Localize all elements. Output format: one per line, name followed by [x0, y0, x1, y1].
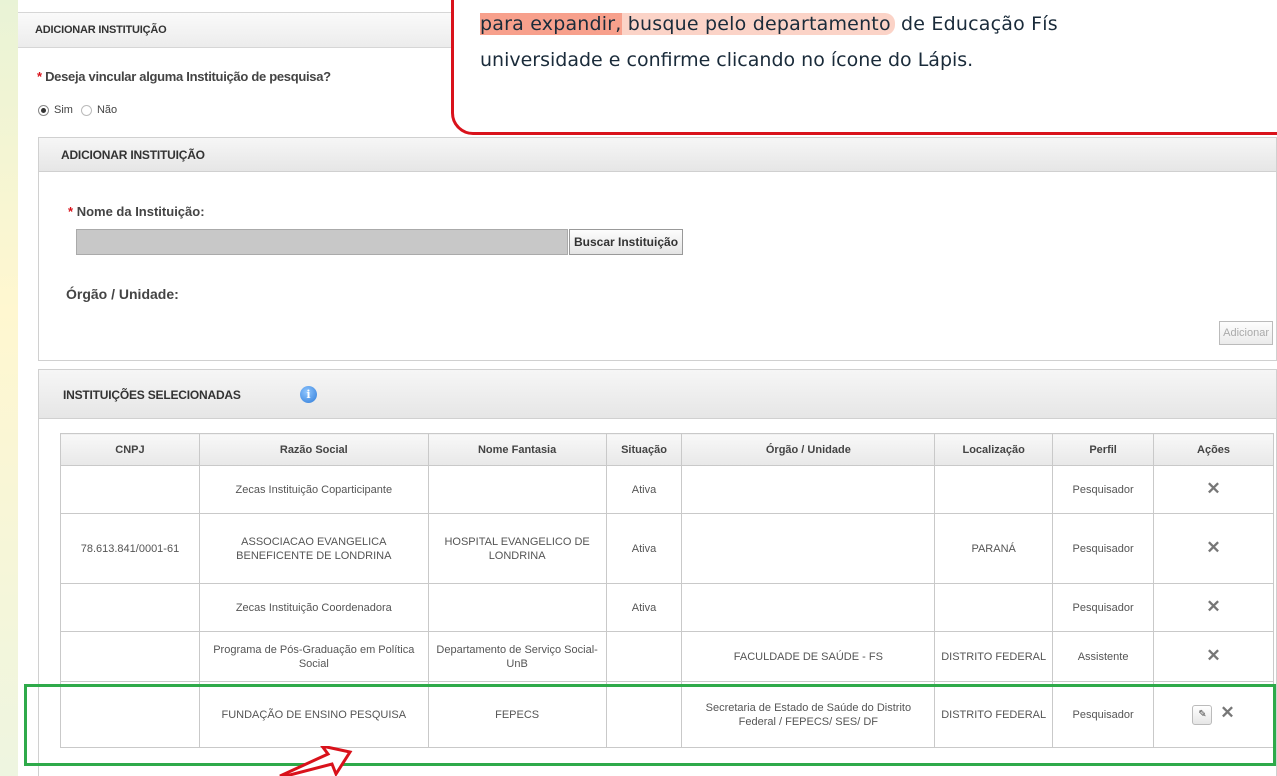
fantasia-cell: Departamento de Serviço Social- UnB [427, 631, 607, 682]
perfil-cell: Assistente [1052, 631, 1155, 682]
callout-highlight: para expandir, [480, 13, 622, 35]
local-cell: PARANÁ [934, 513, 1054, 584]
callout-line-1-end: de Educação Fís [894, 13, 1058, 35]
highlighted-row-frame [24, 684, 1276, 766]
table-row: Zecas Instituição Coparticipante Ativa P… [60, 465, 1274, 514]
column-header[interactable]: Nome Fantasia [427, 433, 607, 466]
cnpj-cell [60, 631, 200, 682]
question-text: Deseja vincular alguma Instituição de pe… [45, 69, 331, 84]
razao-cell: Zecas Instituição Coparticipante [198, 465, 429, 514]
column-header[interactable]: Perfil [1052, 433, 1155, 466]
perfil-cell: Pesquisador [1052, 465, 1155, 514]
column-header[interactable]: Localização [934, 433, 1054, 466]
fantasia-cell: HOSPITAL EVANGELICO DE LONDRINA [427, 513, 607, 584]
cnpj-cell [60, 465, 200, 514]
delete-icon[interactable]: ✕ [1206, 479, 1220, 498]
orgao-cell [681, 513, 936, 584]
local-cell: DISTRITO FEDERAL [934, 631, 1054, 682]
delete-icon[interactable]: ✕ [1206, 538, 1220, 557]
local-cell [934, 583, 1054, 632]
fantasia-cell [427, 465, 607, 514]
local-cell [934, 465, 1054, 514]
situacao-cell: Ativa [605, 513, 683, 584]
delete-icon[interactable]: ✕ [1206, 646, 1220, 665]
search-institution-button[interactable]: Buscar Instituição [569, 229, 684, 255]
radio-no-label: Não [96, 104, 118, 116]
actions-cell: ✕ [1153, 513, 1274, 584]
situacao-cell: Ativa [605, 583, 683, 632]
razao-cell: Zecas Instituição Coordenadora [198, 583, 429, 632]
column-header[interactable]: Órgão / Unidade [681, 433, 936, 466]
situacao-cell [605, 631, 683, 682]
red-arrow-icon [279, 746, 353, 776]
selected-institutions-header: INSTITUIÇÕES SELECIONADAS i [39, 370, 1276, 419]
radio-yes[interactable] [38, 104, 49, 116]
add-institution-panel: ADICIONAR INSTITUIÇÃO * Nome da Institui… [38, 137, 1277, 361]
info-icon[interactable]: i [300, 386, 317, 403]
radio-yes-label: Sim [54, 104, 73, 116]
razao-cell: ASSOCIACAO EVANGELICA BENEFICENTE DE LON… [198, 513, 429, 584]
yes-no-radio-group: Sim Não [38, 104, 117, 116]
razao-cell: Programa de Pós-Graduação em Política So… [198, 631, 429, 682]
orgao-cell: FACULDADE DE SAÚDE - FS [681, 631, 936, 682]
link-institution-question: * Deseja vincular alguma Instituição de … [37, 69, 331, 84]
column-header[interactable]: Ações [1153, 433, 1274, 466]
table-row: Zecas Instituição Coordenadora Ativa Pes… [60, 583, 1274, 632]
radio-no[interactable] [80, 104, 92, 116]
table-row: 78.613.841/0001-61 ASSOCIACAO EVANGELICA… [60, 513, 1274, 584]
callout-highlight-pale: busque pelo departamento [621, 13, 895, 35]
institution-name-input[interactable] [76, 229, 568, 255]
delete-icon[interactable]: ✕ [1206, 597, 1220, 616]
perfil-cell: Pesquisador [1052, 583, 1155, 632]
orgao-cell [681, 465, 936, 514]
left-background-strip [0, 0, 18, 776]
column-header[interactable]: Razão Social [198, 433, 429, 466]
fantasia-cell [427, 583, 607, 632]
institution-name-label-text: Nome da Instituição: [76, 204, 205, 219]
required-mark: * [37, 69, 42, 84]
actions-cell: ✕ [1153, 465, 1274, 514]
actions-cell: ✕ [1153, 583, 1274, 632]
outer-panel-title: ADICIONAR INSTITUIÇÃO [35, 24, 167, 36]
situacao-cell: Ativa [605, 465, 683, 514]
callout-line-1: para expandir, busque pelo departamento … [480, 13, 1058, 35]
table-header-row: CNPJ Razão Social Nome Fantasia Situação… [60, 433, 1274, 466]
add-institution-panel-header: ADICIONAR INSTITUIÇÃO [39, 138, 1276, 172]
table-row: Programa de Pós-Graduação em Política So… [60, 631, 1274, 682]
callout-line-2: universidade e confirme clicando no ícon… [480, 49, 974, 71]
orgao-unidade-label: Órgão / Unidade: [66, 286, 179, 302]
column-header[interactable]: Situação [605, 433, 683, 466]
selected-institutions-title: INSTITUIÇÕES SELECIONADAS [63, 388, 241, 402]
cnpj-cell [60, 583, 200, 632]
orgao-cell [681, 583, 936, 632]
add-button[interactable]: Adicionar [1219, 321, 1273, 345]
actions-cell: ✕ [1153, 631, 1274, 682]
add-institution-panel-title: ADICIONAR INSTITUIÇÃO [61, 148, 205, 162]
perfil-cell: Pesquisador [1052, 513, 1155, 584]
column-header[interactable]: CNPJ [60, 433, 200, 466]
required-mark: * [68, 204, 74, 219]
cnpj-cell: 78.613.841/0001-61 [60, 513, 200, 584]
institution-name-label: * Nome da Instituição: [68, 204, 205, 219]
